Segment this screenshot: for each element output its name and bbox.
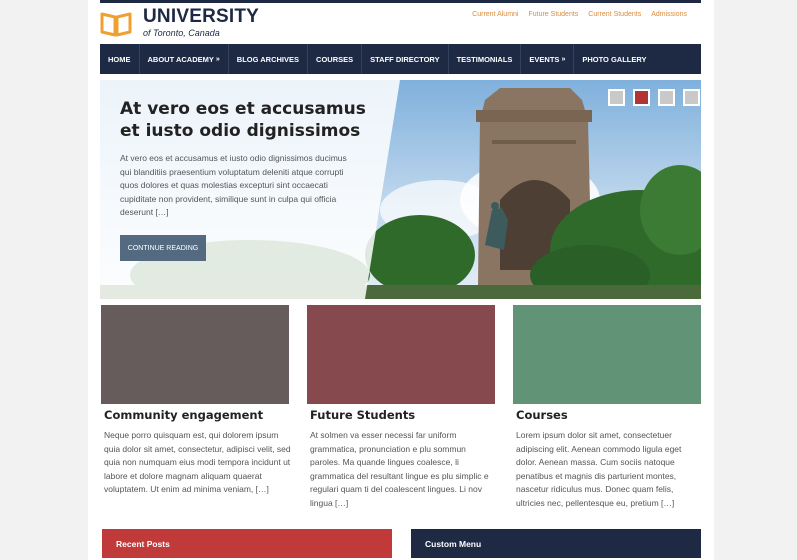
slider-dot-4[interactable] (683, 89, 700, 106)
card-title-future-students[interactable]: Future Students (310, 408, 415, 422)
widget-title: Custom Menu (425, 538, 482, 549)
slider-dot-2[interactable] (633, 89, 650, 106)
nav-label: EVENTS (529, 54, 560, 64)
widget-recent-posts: Recent Posts (102, 529, 392, 558)
nav-label: PHOTO GALLERY (582, 54, 647, 64)
slide-title[interactable]: At vero eos et accusamus et iusto odio d… (120, 98, 380, 142)
card-image-future-students[interactable] (307, 305, 495, 404)
submenu-arrow-icon: » (561, 55, 566, 63)
top-link-current-alumni[interactable]: Current Alumni (472, 11, 518, 18)
top-link-current-students[interactable]: Current Students (588, 11, 641, 18)
top-link-future-students[interactable]: Future Students (528, 11, 578, 18)
top-border (100, 0, 701, 3)
nav-item-events[interactable]: EVENTS» (521, 44, 575, 74)
slide-excerpt: At vero eos et accusamus et iusto odio d… (120, 153, 347, 218)
hero-slider: At vero eos et accusamus et iusto odio d… (100, 80, 701, 299)
nav-item-staff-directory[interactable]: STAFF DIRECTORY (362, 44, 449, 74)
nav-label: COURSES (316, 54, 354, 64)
top-link-admissions[interactable]: Admissions (651, 11, 687, 18)
site-title[interactable]: UNIVERSITY (143, 6, 259, 28)
card-image-courses[interactable] (513, 305, 701, 404)
submenu-arrow-icon: » (215, 55, 220, 63)
nav-item-about-academy[interactable]: ABOUT ACADEMY» (140, 44, 229, 74)
slider-dot-1[interactable] (608, 89, 625, 106)
widget-custom-menu: Custom Menu (411, 529, 701, 558)
nav-label: TESTIMONIALS (456, 54, 513, 64)
slider-pagination (608, 89, 700, 106)
nav-item-testimonials[interactable]: TESTIMONIALS (449, 44, 522, 74)
nav-label: STAFF DIRECTORY (370, 54, 440, 64)
nav-item-courses[interactable]: COURSES (308, 44, 363, 74)
nav-item-photo-gallery[interactable]: PHOTO GALLERY (574, 44, 654, 74)
card-title-community[interactable]: Community engagement (104, 408, 263, 422)
nav-item-blog-archives[interactable]: BLOG ARCHIVES (229, 44, 309, 74)
card-title-courses[interactable]: Courses (516, 408, 568, 422)
nav-label: HOME (108, 54, 131, 64)
card-text-community: Neque porro quisquam est, qui dolorem ip… (104, 430, 291, 495)
nav-label: ABOUT ACADEMY (147, 54, 214, 64)
top-links: Current Alumni Future Students Current S… (472, 11, 687, 18)
card-text-future-students: At solmen va esser necessi far uniform g… (310, 430, 489, 508)
slider-dot-3[interactable] (658, 89, 675, 106)
open-book-icon[interactable] (100, 11, 132, 37)
card-image-community[interactable] (101, 305, 289, 404)
nav-label: BLOG ARCHIVES (236, 54, 300, 64)
continue-reading-button[interactable]: CONTINUE READING (120, 235, 206, 261)
card-text-courses: Lorem ipsum dolor sit amet, consectetuer… (516, 430, 682, 508)
widget-title: Recent Posts (116, 538, 170, 549)
nav-item-home[interactable]: HOME (100, 44, 140, 74)
site-subtitle: of Toronto, Canada (143, 28, 220, 38)
main-nav: HOME ABOUT ACADEMY» BLOG ARCHIVES COURSE… (100, 44, 701, 74)
